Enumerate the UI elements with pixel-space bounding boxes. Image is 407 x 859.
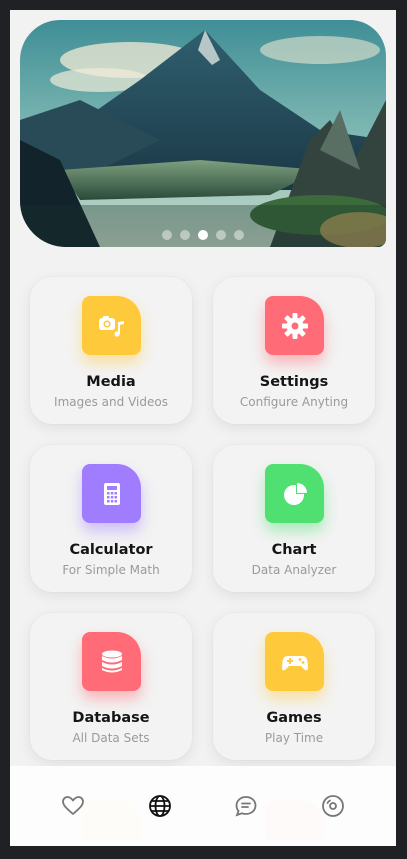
card-subtitle: Play Time [264,731,324,745]
carousel-dot-3[interactable] [198,230,208,240]
card-title: Chart [271,542,317,558]
card-subtitle: For Simple Math [62,563,160,577]
card-chart[interactable]: Chart Data Analyzer [213,445,375,592]
nav-explore[interactable] [140,786,180,826]
globe-icon [148,795,171,817]
chat-icon [235,796,257,817]
card-media[interactable]: Media Images and Videos [30,277,192,424]
carousel-dot-4[interactable] [216,230,226,240]
database-icon [101,650,122,672]
carousel-indicators [20,230,386,240]
card-games[interactable]: Games Play Time [213,613,375,760]
gamepad-icon [281,655,308,670]
card-title: Calculator [69,542,153,558]
app-screen: Media Images and Videos Settings Configu… [10,10,396,846]
nav-messages[interactable] [226,786,266,826]
landscape-image [20,20,386,247]
card-subtitle: Images and Videos [54,395,168,409]
card-settings[interactable]: Settings Configure Anyting [213,277,375,424]
disc-icon [321,795,344,817]
card-title: Settings [259,374,329,390]
card-subtitle: Configure Anyting [239,395,349,409]
card-subtitle: Data Analyzer [251,563,337,577]
gear-icon [281,312,308,339]
chart-tile [265,464,324,523]
nav-favorites[interactable] [53,786,93,826]
card-calculator[interactable]: Calculator For Simple Math [30,445,192,592]
calculator-icon [103,482,120,505]
media-tile [82,296,141,355]
card-subtitle: All Data Sets [72,731,150,745]
pie-chart-icon [283,482,307,505]
bottom-nav [10,766,396,846]
card-title: Database [72,710,150,726]
settings-tile [265,296,324,355]
carousel-dot-5[interactable] [234,230,244,240]
hero-carousel[interactable] [20,20,386,247]
heart-icon [62,796,85,815]
nav-music[interactable] [313,786,353,826]
calculator-tile [82,464,141,523]
media-icon [98,315,124,337]
database-tile [82,632,141,691]
card-title: Media [86,374,136,390]
carousel-dot-1[interactable] [162,230,172,240]
games-tile [265,632,324,691]
carousel-dot-2[interactable] [180,230,190,240]
card-title: Games [266,710,322,726]
card-database[interactable]: Database All Data Sets [30,613,192,760]
